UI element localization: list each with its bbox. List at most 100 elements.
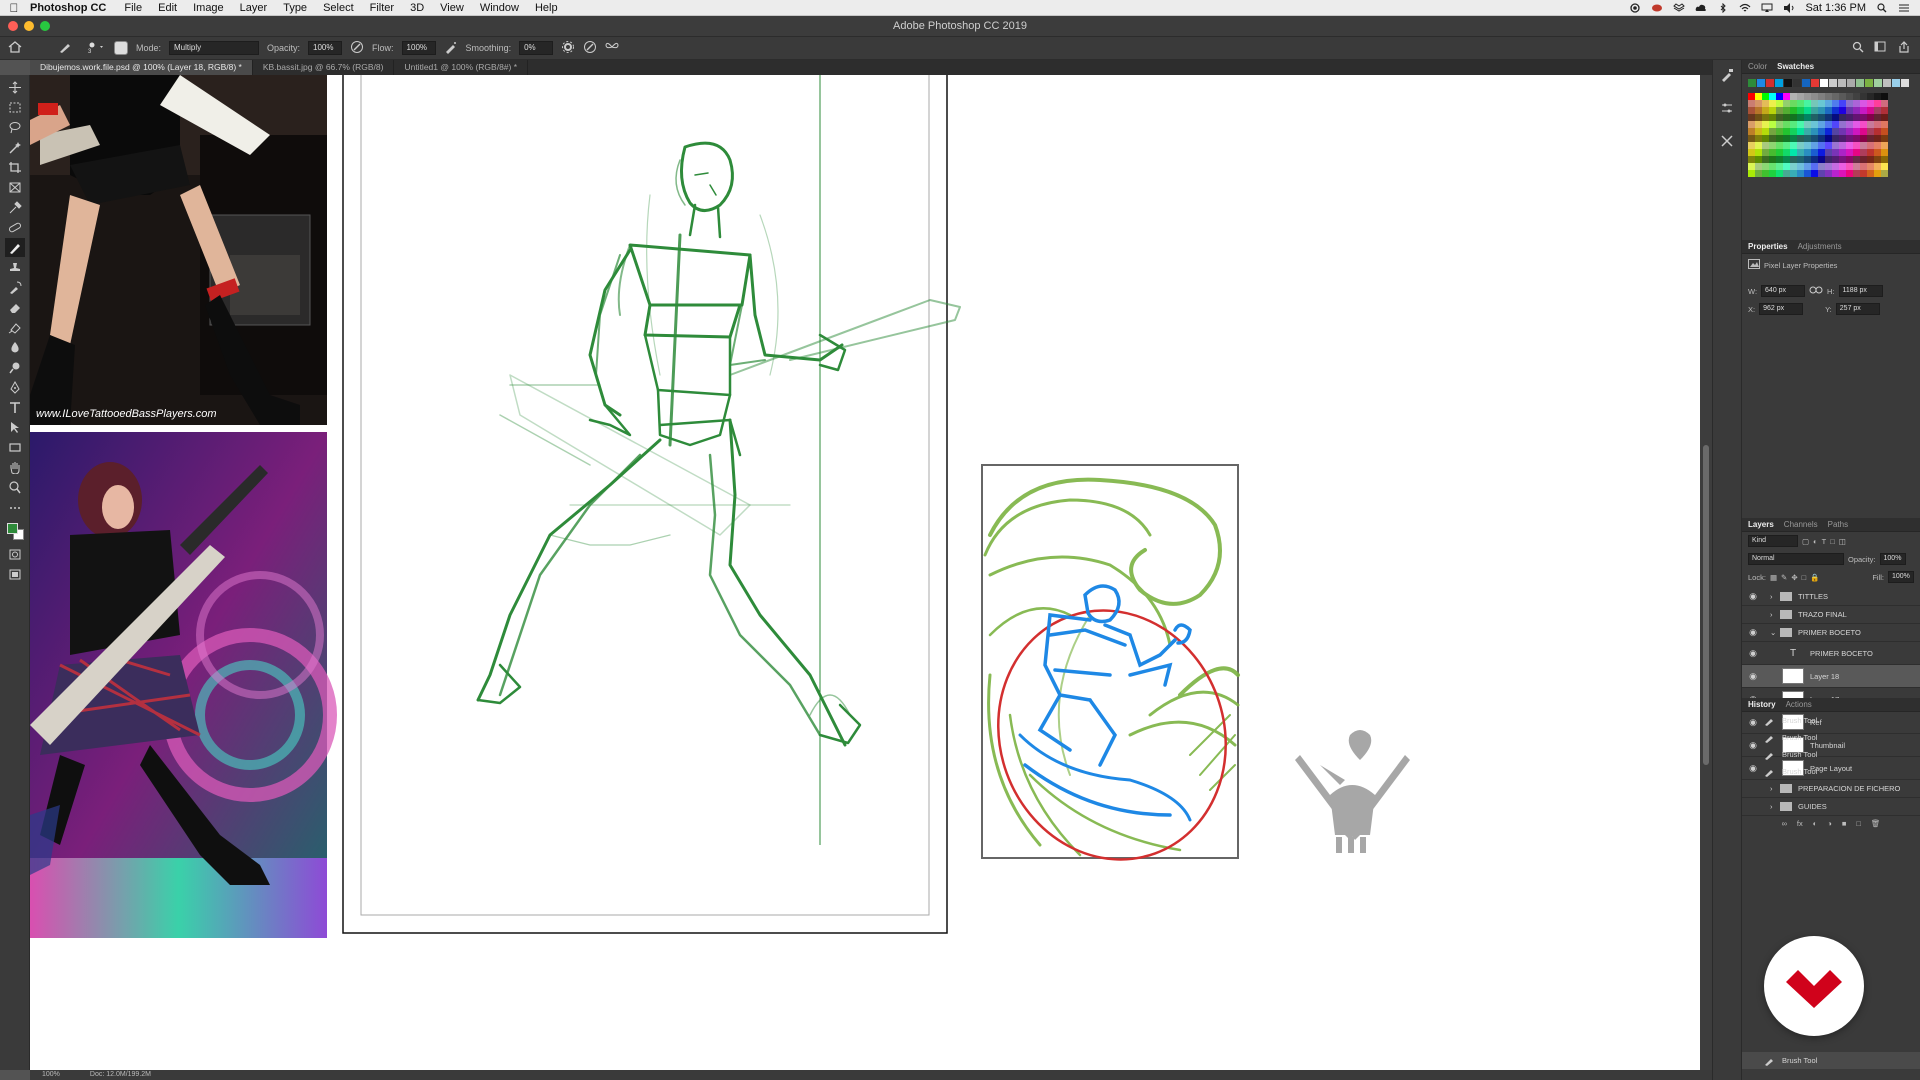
swatch[interactable] [1860, 107, 1867, 114]
swatch[interactable] [1818, 128, 1825, 135]
tab-layers[interactable]: Layers [1748, 520, 1774, 529]
swatch[interactable] [1860, 100, 1867, 107]
magic-wand-tool-icon[interactable] [8, 141, 22, 154]
swatch[interactable] [1748, 135, 1755, 142]
swatch[interactable] [1881, 114, 1888, 121]
swatch[interactable] [1769, 100, 1776, 107]
close-window-button[interactable] [8, 21, 18, 31]
swatch[interactable] [1825, 149, 1832, 156]
swatch[interactable] [1881, 149, 1888, 156]
swatch[interactable] [1783, 135, 1790, 142]
blur-tool-icon[interactable] [8, 341, 22, 354]
swatch[interactable] [1853, 163, 1860, 170]
swatch[interactable] [1825, 163, 1832, 170]
swatch[interactable] [1797, 121, 1804, 128]
swatch[interactable] [1748, 142, 1755, 149]
swatch[interactable] [1797, 107, 1804, 114]
swatch[interactable] [1804, 93, 1811, 100]
search-icon[interactable] [1852, 41, 1864, 55]
swatch[interactable] [1762, 135, 1769, 142]
smoothing-field[interactable]: 0% [519, 41, 554, 55]
swatch[interactable] [1867, 93, 1874, 100]
swatch[interactable] [1856, 79, 1864, 87]
swatch[interactable] [1832, 128, 1839, 135]
swatch[interactable] [1825, 114, 1832, 121]
swatch[interactable] [1867, 142, 1874, 149]
swatch[interactable] [1811, 79, 1819, 87]
wifi-icon[interactable] [1739, 3, 1751, 13]
fill-field[interactable]: 100% [1888, 571, 1914, 583]
swatch[interactable] [1802, 79, 1810, 87]
swatch[interactable] [1839, 107, 1846, 114]
history-item[interactable]: Brush Tool [1742, 763, 1920, 780]
canvas-vertical-scrollbar[interactable] [1700, 75, 1712, 1070]
swatch[interactable] [1860, 121, 1867, 128]
swatch[interactable] [1762, 121, 1769, 128]
swatch[interactable] [1755, 156, 1762, 163]
x-field[interactable]: 962 px [1759, 303, 1804, 315]
swatch[interactable] [1838, 79, 1846, 87]
chevron-right-icon[interactable]: › [1770, 592, 1778, 601]
swatch[interactable] [1825, 142, 1832, 149]
swatch[interactable] [1769, 163, 1776, 170]
tab-swatches[interactable]: Swatches [1777, 62, 1814, 71]
swatch[interactable] [1832, 156, 1839, 163]
visibility-eye-icon[interactable]: ◉ [1742, 627, 1764, 638]
scrollbar-thumb[interactable] [1703, 445, 1709, 765]
swatch[interactable] [1825, 100, 1832, 107]
swatch[interactable] [1874, 107, 1881, 114]
eyedropper-tool-icon[interactable] [8, 201, 22, 214]
menu-3d[interactable]: 3D [402, 2, 432, 14]
thumbnail-sketch[interactable] [964, 464, 1261, 892]
swatch[interactable] [1811, 107, 1818, 114]
swatch[interactable] [1865, 79, 1873, 87]
swatch[interactable] [1860, 142, 1867, 149]
swatch[interactable] [1755, 114, 1762, 121]
chevron-right-icon[interactable]: › [1770, 802, 1778, 811]
swatch[interactable] [1811, 135, 1818, 142]
swatch[interactable] [1881, 93, 1888, 100]
swatch[interactable] [1867, 149, 1874, 156]
document-size[interactable]: Doc: 12.0M/199.2M [90, 1070, 151, 1080]
swatch[interactable] [1762, 142, 1769, 149]
tab-properties[interactable]: Properties [1748, 242, 1788, 251]
swatch[interactable] [1804, 107, 1811, 114]
swatch[interactable] [1762, 170, 1769, 177]
swatch[interactable] [1783, 156, 1790, 163]
tab-adjustments[interactable]: Adjustments [1798, 242, 1842, 251]
document-canvas[interactable]: www.ILoveTattooedBassPlayers.com [30, 75, 1700, 1070]
swatch[interactable] [1804, 149, 1811, 156]
layer-row[interactable]: ◉ Layer 18 [1742, 665, 1920, 688]
swatch[interactable] [1853, 128, 1860, 135]
swatch[interactable] [1818, 163, 1825, 170]
tab-untitled1[interactable]: Untitled1 @ 100% (RGB/8#) * [394, 60, 529, 75]
swatch[interactable] [1811, 149, 1818, 156]
menu-layer[interactable]: Layer [232, 2, 276, 14]
swatch[interactable] [1776, 156, 1783, 163]
swatch[interactable] [1776, 100, 1783, 107]
swatch[interactable] [1755, 128, 1762, 135]
swatch[interactable] [1818, 142, 1825, 149]
swatch[interactable] [1776, 107, 1783, 114]
swatch[interactable] [1846, 163, 1853, 170]
swatch[interactable] [1881, 135, 1888, 142]
blend-mode-select[interactable]: Normal [1748, 553, 1844, 565]
swatch[interactable] [1762, 107, 1769, 114]
dodge-tool-icon[interactable] [8, 361, 22, 374]
airbrush-icon[interactable] [444, 40, 458, 56]
swatch[interactable] [1874, 149, 1881, 156]
swatch[interactable] [1804, 163, 1811, 170]
swatch[interactable] [1818, 156, 1825, 163]
swatch[interactable] [1860, 114, 1867, 121]
swatch[interactable] [1881, 163, 1888, 170]
swatch[interactable] [1832, 121, 1839, 128]
chevron-right-icon[interactable]: › [1770, 784, 1778, 793]
swatch[interactable] [1874, 128, 1881, 135]
swatch[interactable] [1811, 93, 1818, 100]
pressure-size-icon[interactable] [583, 40, 597, 56]
swatch[interactable] [1874, 93, 1881, 100]
swatch[interactable] [1820, 79, 1828, 87]
swatch[interactable] [1881, 100, 1888, 107]
swatch[interactable] [1804, 121, 1811, 128]
swatch[interactable] [1757, 79, 1765, 87]
